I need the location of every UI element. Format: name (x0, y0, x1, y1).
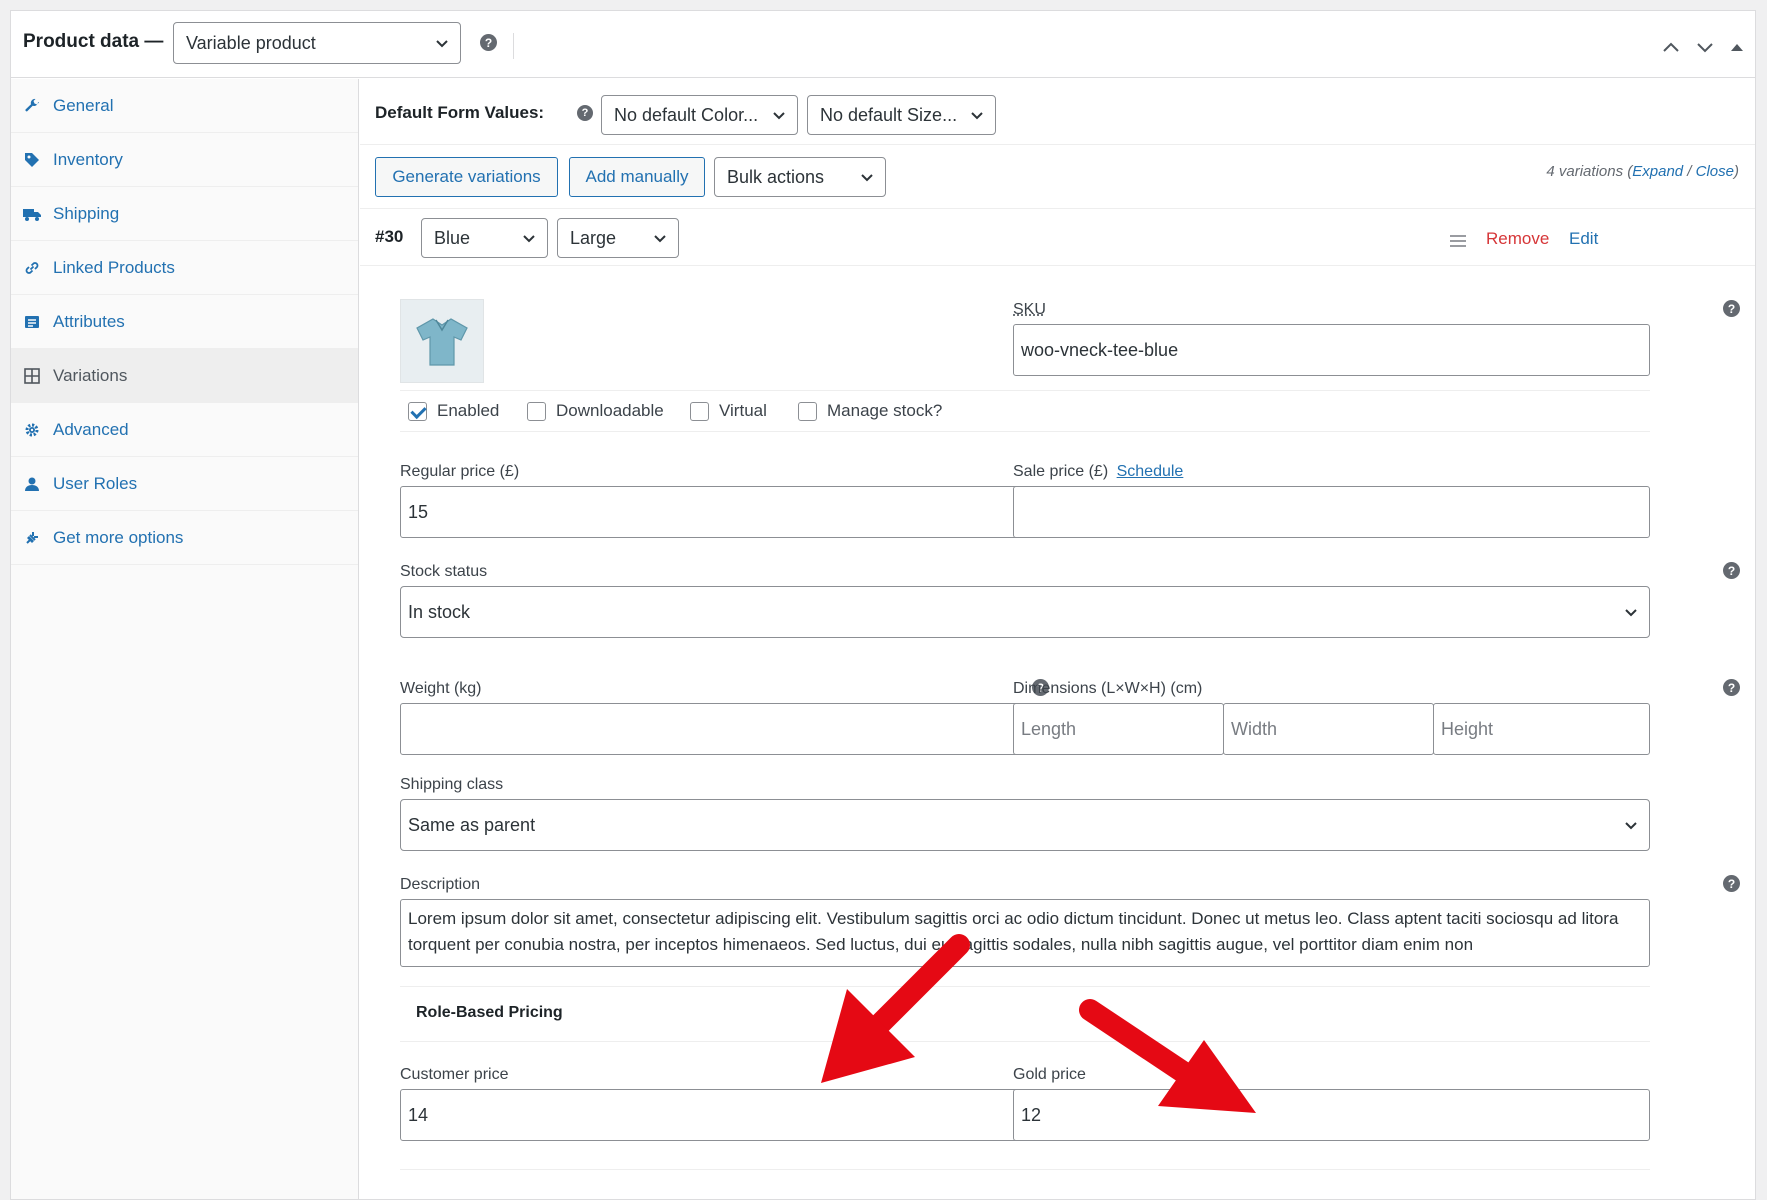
enabled-checkbox-row[interactable]: Enabled (408, 401, 499, 421)
divider (400, 431, 1650, 432)
product-data-tabs: General Inventory Shipping Linked Produc… (11, 79, 359, 1199)
expand-link[interactable]: Expand (1632, 163, 1683, 180)
role-based-pricing-title: Role-Based Pricing (416, 1004, 563, 1021)
divider (400, 1169, 1650, 1170)
downloadable-checkbox[interactable] (527, 401, 546, 421)
plugin-icon (23, 529, 41, 547)
chevron-down-icon (1625, 609, 1637, 617)
wrench-icon (23, 97, 41, 115)
drag-handle-icon[interactable] (1449, 234, 1467, 248)
chevron-down-icon (971, 112, 983, 120)
help-icon[interactable]: ? (1723, 562, 1740, 579)
gold-price-label: Gold price (1013, 1066, 1086, 1083)
header-divider (513, 33, 514, 59)
virtual-checkbox-row[interactable]: Virtual (690, 401, 767, 421)
truck-icon (23, 205, 41, 223)
chevron-down-icon (861, 174, 873, 182)
collapse-toggle-icon[interactable] (1729, 37, 1745, 57)
variation-number: #30 (375, 227, 404, 246)
annotation-arrow-right (1079, 999, 1256, 1113)
default-color-select[interactable]: No default Color... (601, 95, 798, 135)
variation-image[interactable] (400, 299, 484, 383)
annotation-arrow-left (821, 934, 970, 1083)
move-up-icon[interactable] (1661, 37, 1681, 57)
help-icon[interactable]: ? (1723, 300, 1740, 317)
product-data-header: Product data — Variable product ? (11, 11, 1755, 78)
divider (400, 1041, 1650, 1042)
divider (400, 986, 1650, 987)
product-data-title: Product data — (23, 31, 164, 52)
remove-link[interactable]: Remove (1486, 229, 1549, 249)
product-type-select[interactable]: Variable product (173, 22, 461, 64)
variations-panel: Default Form Values: ? No default Color.… (360, 79, 1755, 1199)
bulk-actions-select[interactable]: Bulk actions (714, 157, 886, 197)
tab-linked-products[interactable]: Linked Products (11, 241, 358, 295)
weight-label: Weight (kg) (400, 680, 482, 697)
help-icon[interactable]: ? (480, 34, 497, 51)
sale-price-label: Sale price (£) Schedule (1013, 463, 1184, 480)
shipping-class-select[interactable]: Same as parent (400, 799, 1650, 851)
tab-get-more-options[interactable]: Get more options (11, 511, 358, 565)
grid-icon (23, 367, 41, 385)
user-icon (23, 475, 41, 493)
description-textarea[interactable]: Lorem ipsum dolor sit amet, consectetur … (400, 899, 1650, 967)
manage-stock-checkbox[interactable] (798, 401, 817, 421)
variation-size-select[interactable]: Large (557, 218, 679, 258)
chevron-down-icon (773, 112, 785, 120)
stock-status-select[interactable]: In stock (400, 586, 1650, 638)
chevron-down-icon (436, 40, 448, 48)
tag-icon (23, 151, 41, 169)
schedule-link[interactable]: Schedule (1117, 463, 1184, 480)
length-input[interactable]: Length (1013, 703, 1224, 755)
tshirt-icon (416, 318, 468, 366)
gear-icon (23, 421, 41, 439)
add-manually-button[interactable]: Add manually (569, 157, 705, 197)
product-data-panel: Product data — Variable product ? Genera… (10, 10, 1756, 1200)
downloadable-checkbox-row[interactable]: Downloadable (527, 401, 664, 421)
chevron-down-icon (523, 235, 535, 243)
default-values-row (360, 79, 1755, 145)
chevron-down-icon (1625, 822, 1637, 830)
enabled-checkbox[interactable] (408, 401, 427, 421)
virtual-checkbox[interactable] (690, 401, 709, 421)
product-type-value: Variable product (186, 32, 316, 53)
default-size-select[interactable]: No default Size... (807, 95, 996, 135)
width-input[interactable]: Width (1223, 703, 1434, 755)
list-icon (23, 313, 41, 331)
default-form-values-label: Default Form Values: (375, 103, 545, 122)
variations-count: 4 variations (Expand / Close) (1546, 163, 1739, 180)
sku-label: SKU (1013, 301, 1046, 318)
customer-price-label: Customer price (400, 1066, 509, 1083)
tab-user-roles[interactable]: User Roles (11, 457, 358, 511)
close-link[interactable]: Close (1696, 163, 1734, 180)
chevron-down-icon (654, 235, 666, 243)
shipping-class-label: Shipping class (400, 776, 504, 793)
divider (400, 390, 1650, 391)
help-icon[interactable]: ? (1723, 875, 1740, 892)
link-icon (23, 259, 41, 277)
help-icon[interactable]: ? (577, 105, 593, 121)
height-input[interactable]: Height (1433, 703, 1650, 755)
sale-price-input[interactable] (1013, 486, 1650, 538)
move-down-icon[interactable] (1695, 37, 1715, 57)
tab-inventory[interactable]: Inventory (11, 133, 358, 187)
sku-input[interactable]: woo-vneck-tee-blue (1013, 324, 1650, 376)
tab-variations[interactable]: Variations (11, 349, 358, 403)
regular-price-input[interactable]: 15 (400, 486, 1037, 538)
edit-link[interactable]: Edit (1569, 229, 1598, 249)
manage-stock-checkbox-row[interactable]: Manage stock? (798, 401, 942, 421)
generate-variations-button[interactable]: Generate variations (375, 157, 558, 197)
stock-status-label: Stock status (400, 563, 488, 580)
help-icon[interactable]: ? (1723, 679, 1740, 696)
dimensions-label: Dimensions (L×W×H) (cm) (1013, 680, 1203, 697)
tab-advanced[interactable]: Advanced (11, 403, 358, 457)
tab-general[interactable]: General (11, 79, 358, 133)
variation-color-select[interactable]: Blue (421, 218, 548, 258)
description-label: Description (400, 876, 481, 893)
regular-price-label: Regular price (£) (400, 463, 520, 480)
tab-attributes[interactable]: Attributes (11, 295, 358, 349)
tab-shipping[interactable]: Shipping (11, 187, 358, 241)
weight-input[interactable] (400, 703, 1037, 755)
